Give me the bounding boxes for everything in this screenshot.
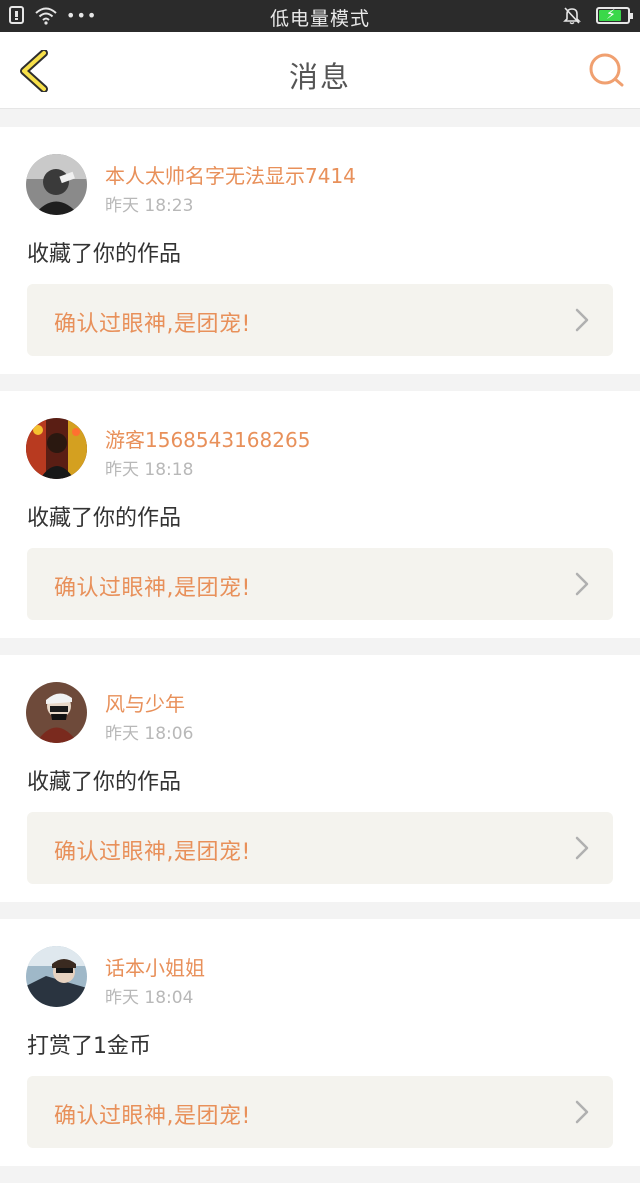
work-link[interactable]: 确认过眼神,是团宠! [27, 1076, 613, 1148]
status-title: 低电量模式 [269, 8, 370, 30]
work-title: 确认过眼神,是团宠! [54, 1104, 251, 1129]
action-text: 收藏了你的作品 [27, 242, 182, 267]
status-right-icons: ⚡ [562, 5, 633, 25]
battery-icon: ⚡ [596, 6, 633, 24]
message-card: 风与少年 昨天 18:06 收藏了你的作品 确认过眼神,是团宠! [0, 655, 640, 902]
user-name[interactable]: 风与少年 [105, 688, 185, 717]
timestamp: 昨天 18:06 [105, 724, 194, 744]
chevron-right-icon [575, 836, 589, 860]
status-bar: ••• 低电量模式 ⚡ [0, 0, 640, 32]
avatar[interactable] [26, 154, 87, 215]
avatar[interactable] [26, 946, 87, 1007]
message-list: 本人太帅名字无法显示7414 昨天 18:23 收藏了你的作品 确认过眼神,是团… [0, 127, 640, 1183]
user-name[interactable]: 游客1568543168265 [105, 424, 310, 453]
work-link[interactable]: 确认过眼神,是团宠! [27, 812, 613, 884]
timestamp: 昨天 18:18 [105, 460, 194, 480]
user-name[interactable]: 话本小姐姐 [105, 952, 205, 981]
work-title: 确认过眼神,是团宠! [54, 840, 251, 865]
avatar[interactable] [26, 682, 87, 743]
action-text: 收藏了你的作品 [27, 770, 182, 795]
avatar[interactable] [26, 418, 87, 479]
work-link[interactable]: 确认过眼神,是团宠! [27, 284, 613, 356]
message-card: 游客1568543168265 昨天 18:18 收藏了你的作品 确认过眼神,是… [0, 391, 640, 638]
chevron-right-icon [575, 1100, 589, 1124]
timestamp: 昨天 18:23 [105, 196, 194, 216]
chevron-right-icon [575, 572, 589, 596]
nav-bar: 消息 [0, 32, 640, 109]
action-text: 打赏了1金币 [27, 1034, 151, 1059]
action-text: 收藏了你的作品 [27, 506, 182, 531]
silent-bell-icon [563, 7, 581, 25]
message-card: 话本小姐姐 昨天 18:04 打赏了1金币 确认过眼神,是团宠! [0, 919, 640, 1166]
chevron-right-icon [575, 308, 589, 332]
page-title: 消息 [288, 60, 351, 94]
work-title: 确认过眼神,是团宠! [54, 576, 251, 601]
timestamp: 昨天 18:04 [105, 988, 194, 1008]
work-link[interactable]: 确认过眼神,是团宠! [27, 548, 613, 620]
work-title: 确认过眼神,是团宠! [54, 312, 251, 337]
user-name[interactable]: 本人太帅名字无法显示7414 [105, 160, 356, 189]
message-card: 本人太帅名字无法显示7414 昨天 18:23 收藏了你的作品 确认过眼神,是团… [0, 127, 640, 374]
search-icon[interactable] [586, 50, 626, 90]
